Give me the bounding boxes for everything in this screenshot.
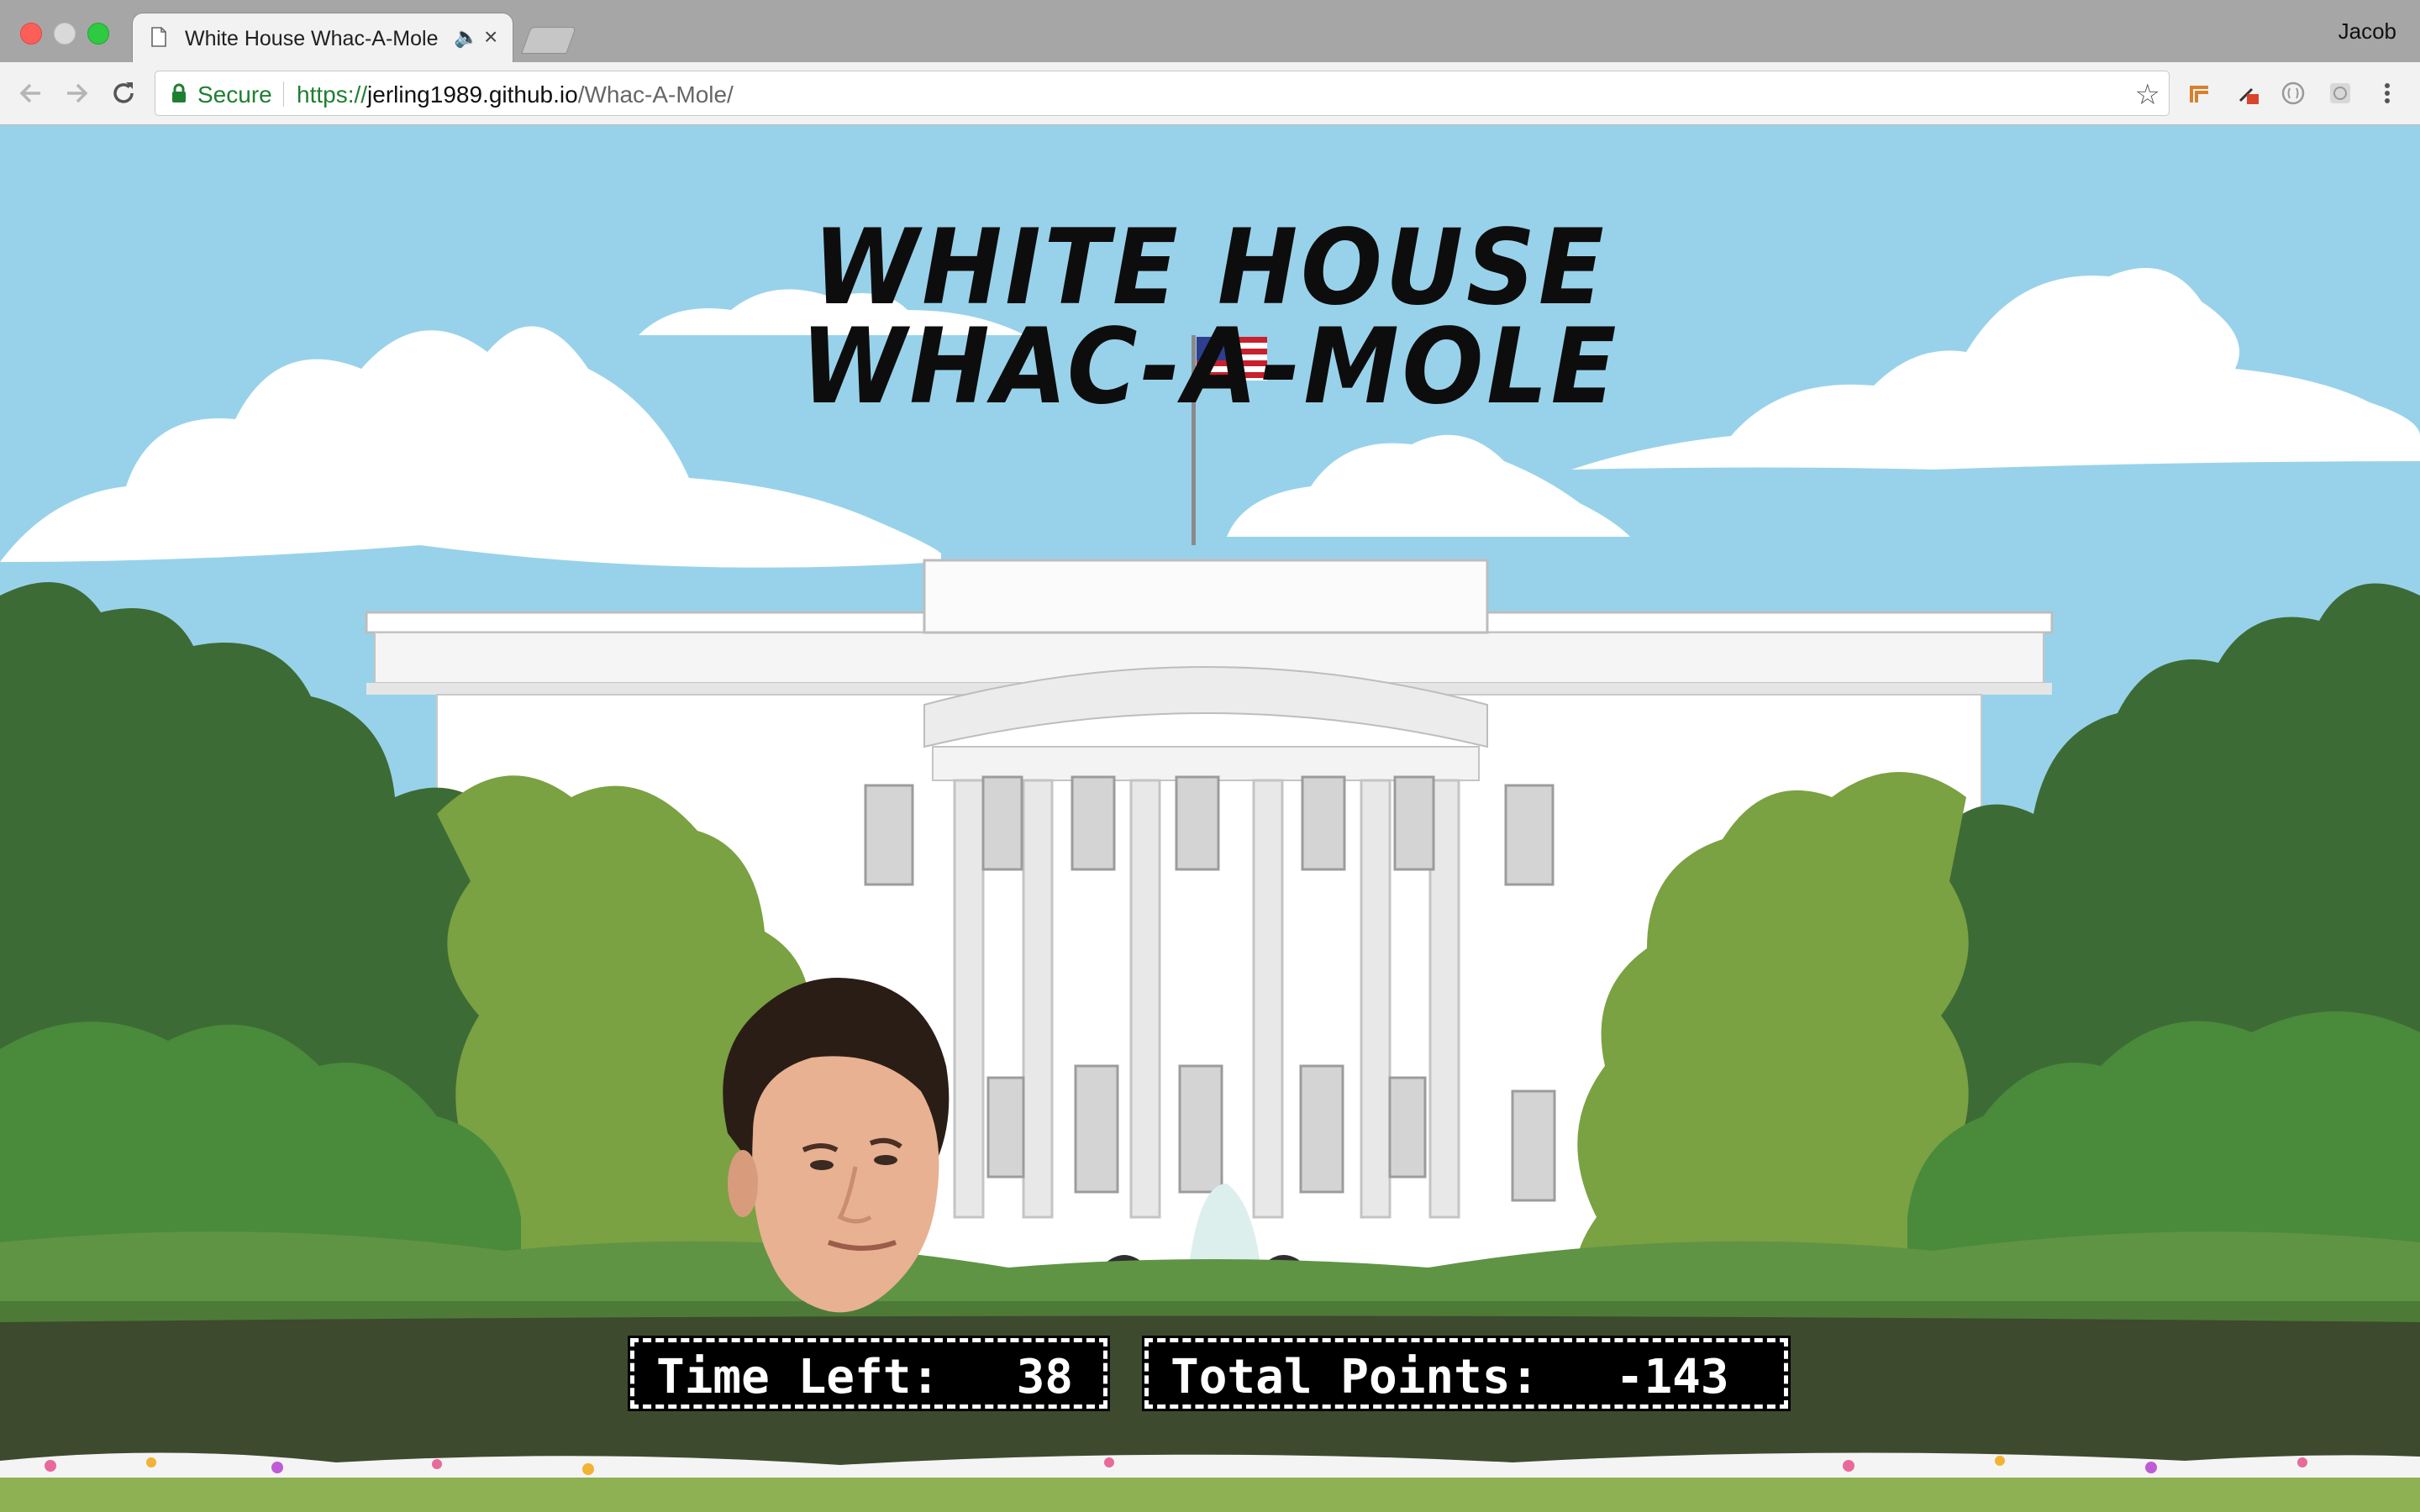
lawn-foreground [0,1478,2420,1512]
time-left-display: Time Left: 38 [628,1336,1110,1411]
lock-icon [172,83,186,102]
address-separator [283,81,284,107]
menu-icon[interactable] [2375,81,2400,106]
extension-icon[interactable] [2188,81,2213,106]
window-maximize-button[interactable] [87,23,109,45]
total-points-value: -143 [1615,1350,1729,1404]
mole-head-target[interactable] [702,965,955,1318]
total-points-display: Total Points: -143 [1142,1336,1791,1411]
page-icon [151,27,166,47]
new-tab-button[interactable] [521,27,576,54]
game-title-line2: WHAC-A-MOLE [800,307,1620,428]
url-text[interactable]: https://jerling1989.github.io/Whac-A-Mol… [297,81,734,108]
back-icon[interactable] [15,77,47,109]
tab-title: White House Whac-A-Mole [185,27,439,50]
star-icon[interactable]: ☆ [2135,78,2160,112]
browser-tab-bar: White House Whac-A-Mole 🔈 × Jacob [0,0,2420,62]
eyedropper-extension-icon[interactable] [2235,81,2260,106]
game-area: WHITE HOUSE WHAC-A-MOLE Time Left: 38 To… [0,125,2420,1512]
total-points-label: Total Points: [1171,1350,1539,1404]
window-close-button[interactable] [20,23,42,45]
url-path: /Whac-A-Mole/ [577,81,734,108]
time-left-value: 38 [1016,1350,1074,1404]
time-left-label: Time Left: [656,1350,940,1404]
secure-label: Secure [197,81,272,108]
audio-icon[interactable]: 🔈 [454,25,479,50]
forward-icon[interactable] [60,77,92,109]
address-bar[interactable]: Secure https://jerling1989.github.io/Wha… [155,71,2170,116]
window-minimize-button[interactable] [54,23,76,45]
game-title-line1: WHITE HOUSE [813,207,1607,329]
tab-close-icon[interactable]: × [484,24,497,50]
url-host: jerling1989.github.io [367,81,578,108]
reload-icon[interactable] [108,77,139,109]
profile-name[interactable]: Jacob [2338,18,2396,45]
game-title: WHITE HOUSE WHAC-A-MOLE [97,207,2323,428]
browser-tab[interactable]: White House Whac-A-Mole 🔈 × [133,13,513,62]
extension-icon-2[interactable] [2281,81,2306,106]
url-scheme: https:// [297,81,368,108]
browser-toolbar: Secure https://jerling1989.github.io/Wha… [0,62,2420,125]
extension-icon-3[interactable] [2328,81,2353,106]
